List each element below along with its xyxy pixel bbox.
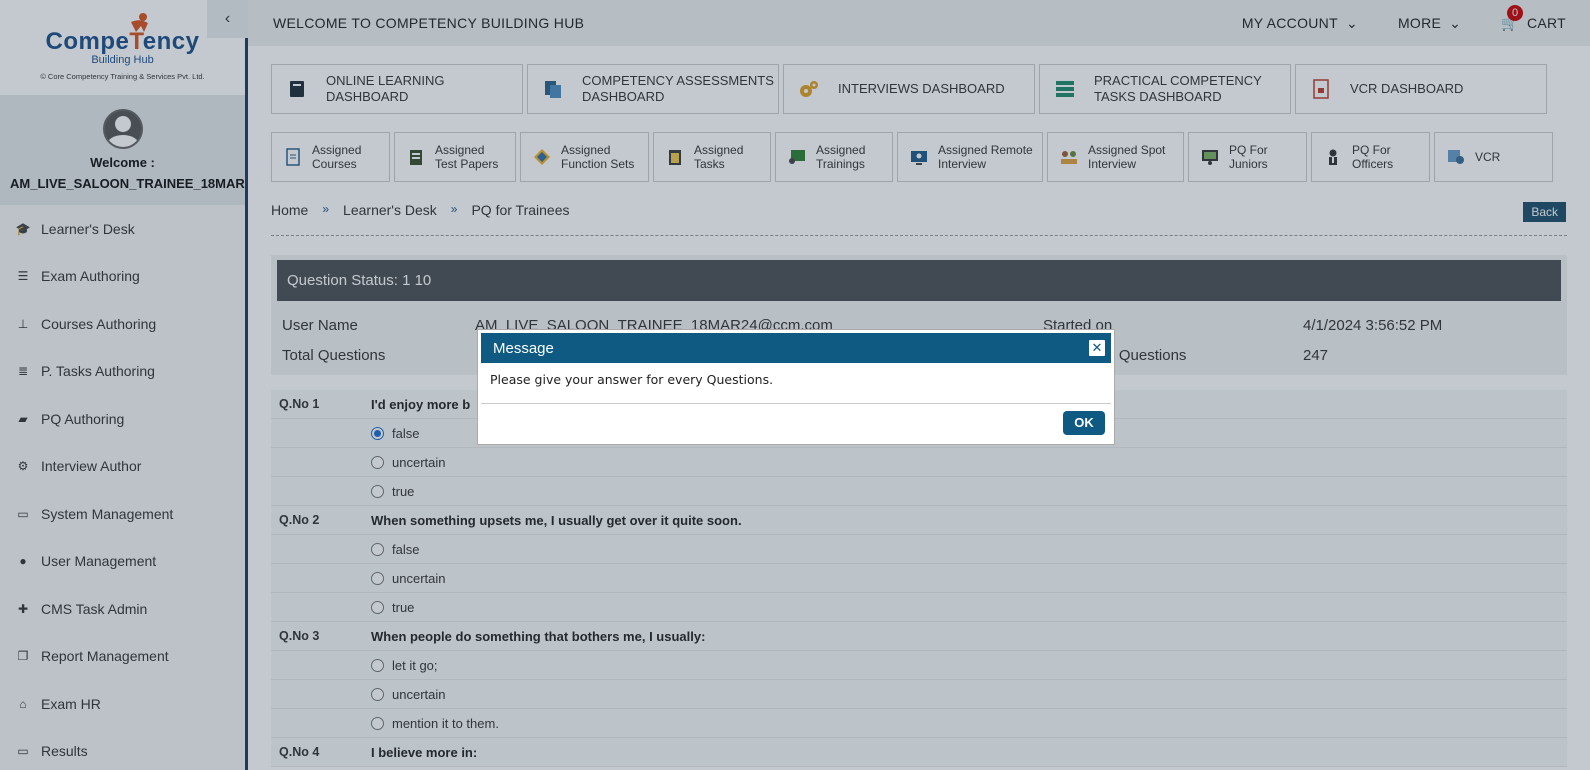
dialog-footer: OK <box>481 404 1111 441</box>
dialog-message: Please give your answer for every Questi… <box>481 363 1111 404</box>
close-icon[interactable]: ✕ <box>1088 339 1106 357</box>
ok-button[interactable]: OK <box>1063 410 1105 435</box>
dialog-header: Message ✕ <box>481 333 1111 363</box>
dialog-title: Message <box>493 339 554 357</box>
message-dialog: Message ✕ Please give your answer for ev… <box>478 330 1114 444</box>
